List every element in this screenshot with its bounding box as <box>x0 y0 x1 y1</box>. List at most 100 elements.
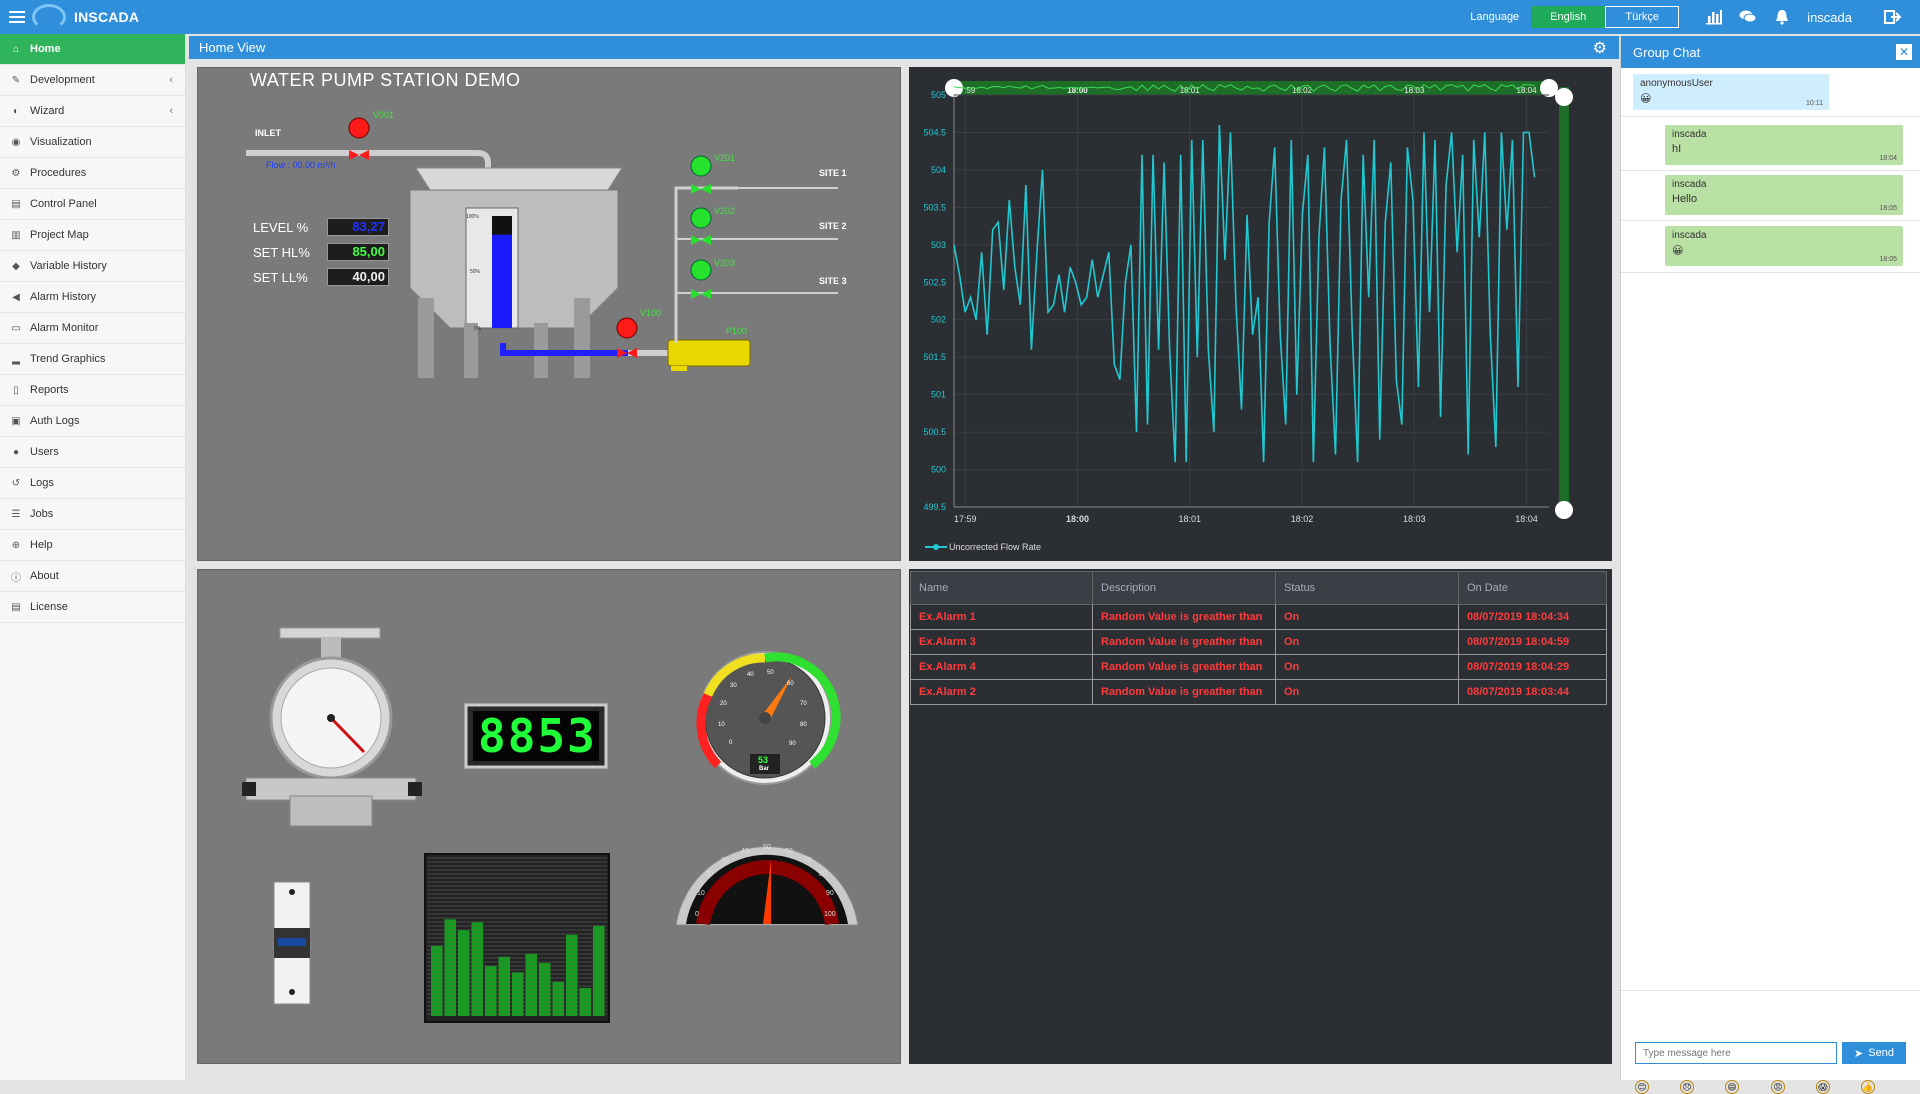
thumbs-up-icon[interactable]: 👍 <box>1861 1080 1875 1094</box>
scared-emoji-icon[interactable]: 😱 <box>1816 1080 1830 1094</box>
pressure-tick-90: 90 <box>789 741 796 747</box>
sidebar-item-users[interactable]: ● Users <box>0 437 185 468</box>
language-english-button[interactable]: English <box>1531 6 1606 28</box>
y-range-top-handle[interactable] <box>1555 88 1573 106</box>
sidebar-item-control-panel[interactable]: ▤ Control Panel <box>0 189 185 220</box>
group-chat-panel: Group Chat ✕ anonymousUser 😀 10:11 insca… <box>1620 36 1920 1094</box>
valve-v202-label: V202 <box>714 206 736 216</box>
home-icon: ⌂ <box>12 43 20 55</box>
gear-icon[interactable]: ⚙ <box>1593 38 1607 58</box>
valve-v100-icon <box>616 317 638 339</box>
sidebar-item-alarm-history[interactable]: ◀ Alarm History <box>0 282 185 313</box>
level-bar <box>552 981 564 1016</box>
alarm-date: 08/07/2019 18:04:34 <box>1458 604 1607 630</box>
chat-message-time: 18:05 <box>1879 256 1897 263</box>
pump-station-panel: WATER PUMP STATION DEMO INLET Flow: 00,… <box>197 67 901 561</box>
magic-icon: ◐ <box>12 105 20 117</box>
table-row[interactable]: Ex.Alarm 4 Random Value is greather than… <box>910 654 1607 680</box>
chat-header: Group Chat ✕ <box>1621 36 1920 68</box>
sidebar-item-alarm-monitor[interactable]: ▭ Alarm Monitor <box>0 313 185 344</box>
sidebar-item-reports[interactable]: ▯ Reports <box>0 375 185 406</box>
pressure-gauge-unit: Bar <box>759 766 770 772</box>
logo-icon <box>32 4 66 30</box>
chat-message: inscada 😀 18:05 <box>1665 226 1903 266</box>
col-on-date[interactable]: On Date <box>1458 571 1607 605</box>
sidebar-item-trend-graphics[interactable]: ▂ Trend Graphics <box>0 344 185 375</box>
sidebar-item-about[interactable]: ⓘ About <box>0 561 185 592</box>
sidebar-item-logs[interactable]: ↺ Logs <box>0 468 185 499</box>
table-row[interactable]: Ex.Alarm 1 Random Value is greather than… <box>910 604 1607 630</box>
chat-message-user: inscada <box>1672 129 1707 140</box>
angry-emoji-icon[interactable]: 😡 <box>1771 1080 1785 1094</box>
chat-message-input[interactable] <box>1635 1042 1837 1064</box>
sidebar-item-auth-logs[interactable]: ▣ Auth Logs <box>0 406 185 437</box>
tank-scale-50: 50% <box>470 269 481 275</box>
pressure-tick-40: 40 <box>747 672 754 678</box>
alarm-description: Random Value is greather than <box>1092 679 1276 705</box>
sidebar-item-visualization[interactable]: ◉ Visualization <box>0 127 185 158</box>
comment-icon[interactable] <box>1731 0 1765 34</box>
language-turkish-button[interactable]: Türkçe <box>1605 6 1680 28</box>
send-label: Send <box>1868 1047 1894 1059</box>
table-row[interactable]: Ex.Alarm 3 Random Value is greather than… <box>910 629 1607 655</box>
level-bar <box>431 945 443 1016</box>
sidebar-item-wizard[interactable]: ◐ Wizard ‹ <box>0 96 185 127</box>
y-range-bottom-handle[interactable] <box>1555 501 1573 519</box>
send-icon: ➤ <box>1854 1047 1864 1060</box>
table-row[interactable]: Ex.Alarm 2 Random Value is greather than… <box>910 679 1607 705</box>
sidebar: ⌂ Home ✎ Development ‹ ◐ Wizard ‹ ◉ Visualizat… <box>0 34 186 1080</box>
user-menu[interactable]: inscada <box>1807 10 1852 25</box>
bell-icon[interactable] <box>1765 0 1799 34</box>
vertical-navigator[interactable] <box>1559 87 1569 507</box>
sidebar-item-home[interactable]: ⌂ Home <box>0 34 185 65</box>
gauges-graphics <box>242 627 859 1023</box>
map-icon: ▥ <box>11 229 21 241</box>
sidebar-item-label: Procedures <box>30 167 87 179</box>
col-description[interactable]: Description <box>1092 571 1276 605</box>
sidebar-item-help[interactable]: ⊕ Help <box>0 530 185 561</box>
chat-message-user: inscada <box>1672 179 1707 190</box>
sidebar-item-development[interactable]: ✎ Development ‹ <box>0 65 185 96</box>
tag-icon: ◆ <box>12 260 20 272</box>
valve-v001-icon <box>348 117 370 139</box>
set-ll-value[interactable]: 40,00 <box>327 268 389 286</box>
sidebar-item-label: Auth Logs <box>30 415 80 427</box>
legend-label[interactable]: Uncorrected Flow Rate <box>949 542 1041 552</box>
level-bar <box>525 953 537 1016</box>
set-hl-value[interactable]: 85,00 <box>327 243 389 261</box>
x-tick-label: 18:00 <box>1066 514 1089 524</box>
menu-toggle-button[interactable] <box>2 0 32 34</box>
close-icon[interactable]: ✕ <box>1896 44 1912 60</box>
trend-chart: 505 504.5 504 503.5 503 502.5 502 501.5 501 500.5… <box>923 79 1573 552</box>
pressure-tick-70: 70 <box>800 701 807 707</box>
pump-p100-label: P100 <box>726 326 748 336</box>
sign-out-icon[interactable] <box>1876 0 1910 34</box>
sidebar-item-procedures[interactable]: ⚙ Procedures <box>0 158 185 189</box>
chat-message-user: inscada <box>1672 230 1707 241</box>
sidebar-item-label: Development <box>30 74 95 86</box>
alarm-description: Random Value is greather than <box>1092 629 1276 655</box>
alarm-status: On <box>1275 629 1459 655</box>
bar-chart-icon[interactable] <box>1697 0 1731 34</box>
speed-tick-0: 0 <box>695 911 699 918</box>
sad-emoji-icon[interactable]: 😞 <box>1680 1080 1694 1094</box>
monitor-icon: ▭ <box>11 322 21 334</box>
speed-tick-20: 20 <box>705 871 713 878</box>
alarm-description: Random Value is greather than <box>1092 654 1276 680</box>
smile-emoji-icon[interactable]: 😊 <box>1635 1080 1649 1094</box>
sidebar-item-project-map[interactable]: ▥ Project Map <box>0 220 185 251</box>
user-icon: ● <box>12 446 20 458</box>
tank-scale-0: 0% <box>474 326 482 332</box>
y-tick-label: 501.5 <box>923 352 946 362</box>
col-status[interactable]: Status <box>1275 571 1459 605</box>
range-end-handle[interactable] <box>1540 79 1558 97</box>
laugh-emoji-icon[interactable]: 😄 <box>1725 1080 1739 1094</box>
col-name[interactable]: Name <box>910 571 1093 605</box>
history-icon: ↺ <box>11 477 21 489</box>
sidebar-item-jobs[interactable]: ☰ Jobs <box>0 499 185 530</box>
send-button[interactable]: ➤ Send <box>1842 1042 1906 1064</box>
alarm-status: On <box>1275 604 1459 630</box>
sidebar-item-license[interactable]: ▤ License <box>0 592 185 623</box>
sidebar-item-variable-history[interactable]: ◆ Variable History <box>0 251 185 282</box>
y-tick-label: 504.5 <box>923 127 946 137</box>
